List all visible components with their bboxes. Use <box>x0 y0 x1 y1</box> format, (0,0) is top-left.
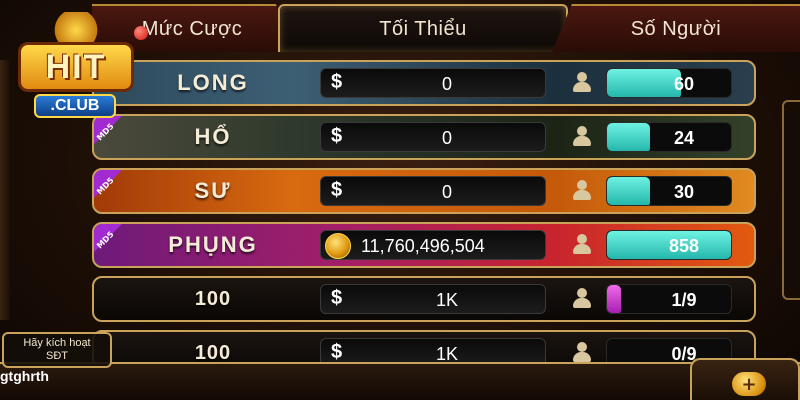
room-row-su[interactable]: MD5 SƯ $ 0 30 <box>92 168 756 214</box>
room-row-100-a[interactable]: 100 $ 1K 1/9 <box>92 276 756 322</box>
tab-bet-level-label: Mức Cược <box>141 17 243 40</box>
person-icon <box>572 126 592 148</box>
activate-line2: SĐT <box>46 350 68 362</box>
room-name: SƯ <box>194 178 232 203</box>
add-funds-button[interactable]: + <box>690 358 800 400</box>
person-icon <box>572 72 592 94</box>
player-count-value: 1/9 <box>671 289 697 310</box>
min-bet-value: 0 <box>441 181 452 202</box>
dollar-icon: $ <box>331 179 343 201</box>
room-row-long[interactable]: LONG $ 0 60 <box>92 60 756 106</box>
min-bet-box: $ 1K <box>320 284 546 314</box>
right-side-panel <box>782 100 800 300</box>
crown-icon <box>52 12 100 42</box>
player-count-bar: 1/9 <box>606 284 732 314</box>
min-bet-box: $ 0 <box>320 122 546 152</box>
tab-players[interactable]: Số Người <box>552 4 800 52</box>
left-side-panel <box>0 60 10 320</box>
jackpot-box: 11,760,496,504 <box>320 230 546 260</box>
person-icon <box>572 234 592 256</box>
min-bet-value: 0 <box>441 127 452 148</box>
dollar-icon: $ <box>331 125 343 147</box>
player-count-value: 30 <box>673 181 695 202</box>
tab-minimum[interactable]: Tối Thiểu <box>278 4 568 52</box>
player-count-bar: 858 <box>606 230 732 260</box>
person-icon <box>572 180 592 202</box>
player-count-bar: 60 <box>606 68 732 98</box>
person-icon <box>572 288 592 310</box>
min-bet-value: 1K <box>435 289 459 310</box>
room-name: 100 <box>194 287 232 310</box>
dollar-icon: $ <box>331 287 343 309</box>
username-label: gtghrth <box>0 368 49 384</box>
player-count-value: 858 <box>668 235 700 256</box>
hitclub-logo: HIT .CLUB <box>12 8 142 120</box>
room-name: HỔ <box>194 124 232 149</box>
player-count-bar: 24 <box>606 122 732 152</box>
bottom-bar <box>0 362 800 400</box>
plus-icon: + <box>732 372 766 396</box>
notification-dot-icon <box>134 26 148 40</box>
player-count-bar: 30 <box>606 176 732 206</box>
player-count-fill <box>607 285 621 313</box>
min-bet-box: $ 0 <box>320 68 546 98</box>
activate-phone-button[interactable]: Hãy kích hoạt SĐT <box>2 332 112 368</box>
person-icon <box>572 342 592 364</box>
jackpot-value: 11,760,496,504 <box>361 235 485 256</box>
min-bet-box: $ 0 <box>320 176 546 206</box>
player-count-value: 24 <box>673 127 695 148</box>
logo-hit-text: HIT <box>18 42 134 92</box>
room-row-phung[interactable]: MD5 PHỤNG 11,760,496,504 858 <box>92 222 756 268</box>
activate-line1: Hãy kích hoạt <box>23 337 91 349</box>
min-bet-value: 0 <box>441 73 452 94</box>
room-name: LONG <box>177 70 249 95</box>
tab-players-label: Số Người <box>630 17 722 40</box>
dollar-icon: $ <box>331 71 343 93</box>
logo-club-text: .CLUB <box>34 94 116 118</box>
coin-icon <box>325 233 351 259</box>
room-row-ho[interactable]: MD5 HỔ $ 0 24 <box>92 114 756 160</box>
room-name: PHỤNG <box>168 232 258 257</box>
player-count-value: 60 <box>673 73 695 94</box>
dollar-icon: $ <box>331 341 343 363</box>
tab-minimum-label: Tối Thiểu <box>379 17 467 40</box>
